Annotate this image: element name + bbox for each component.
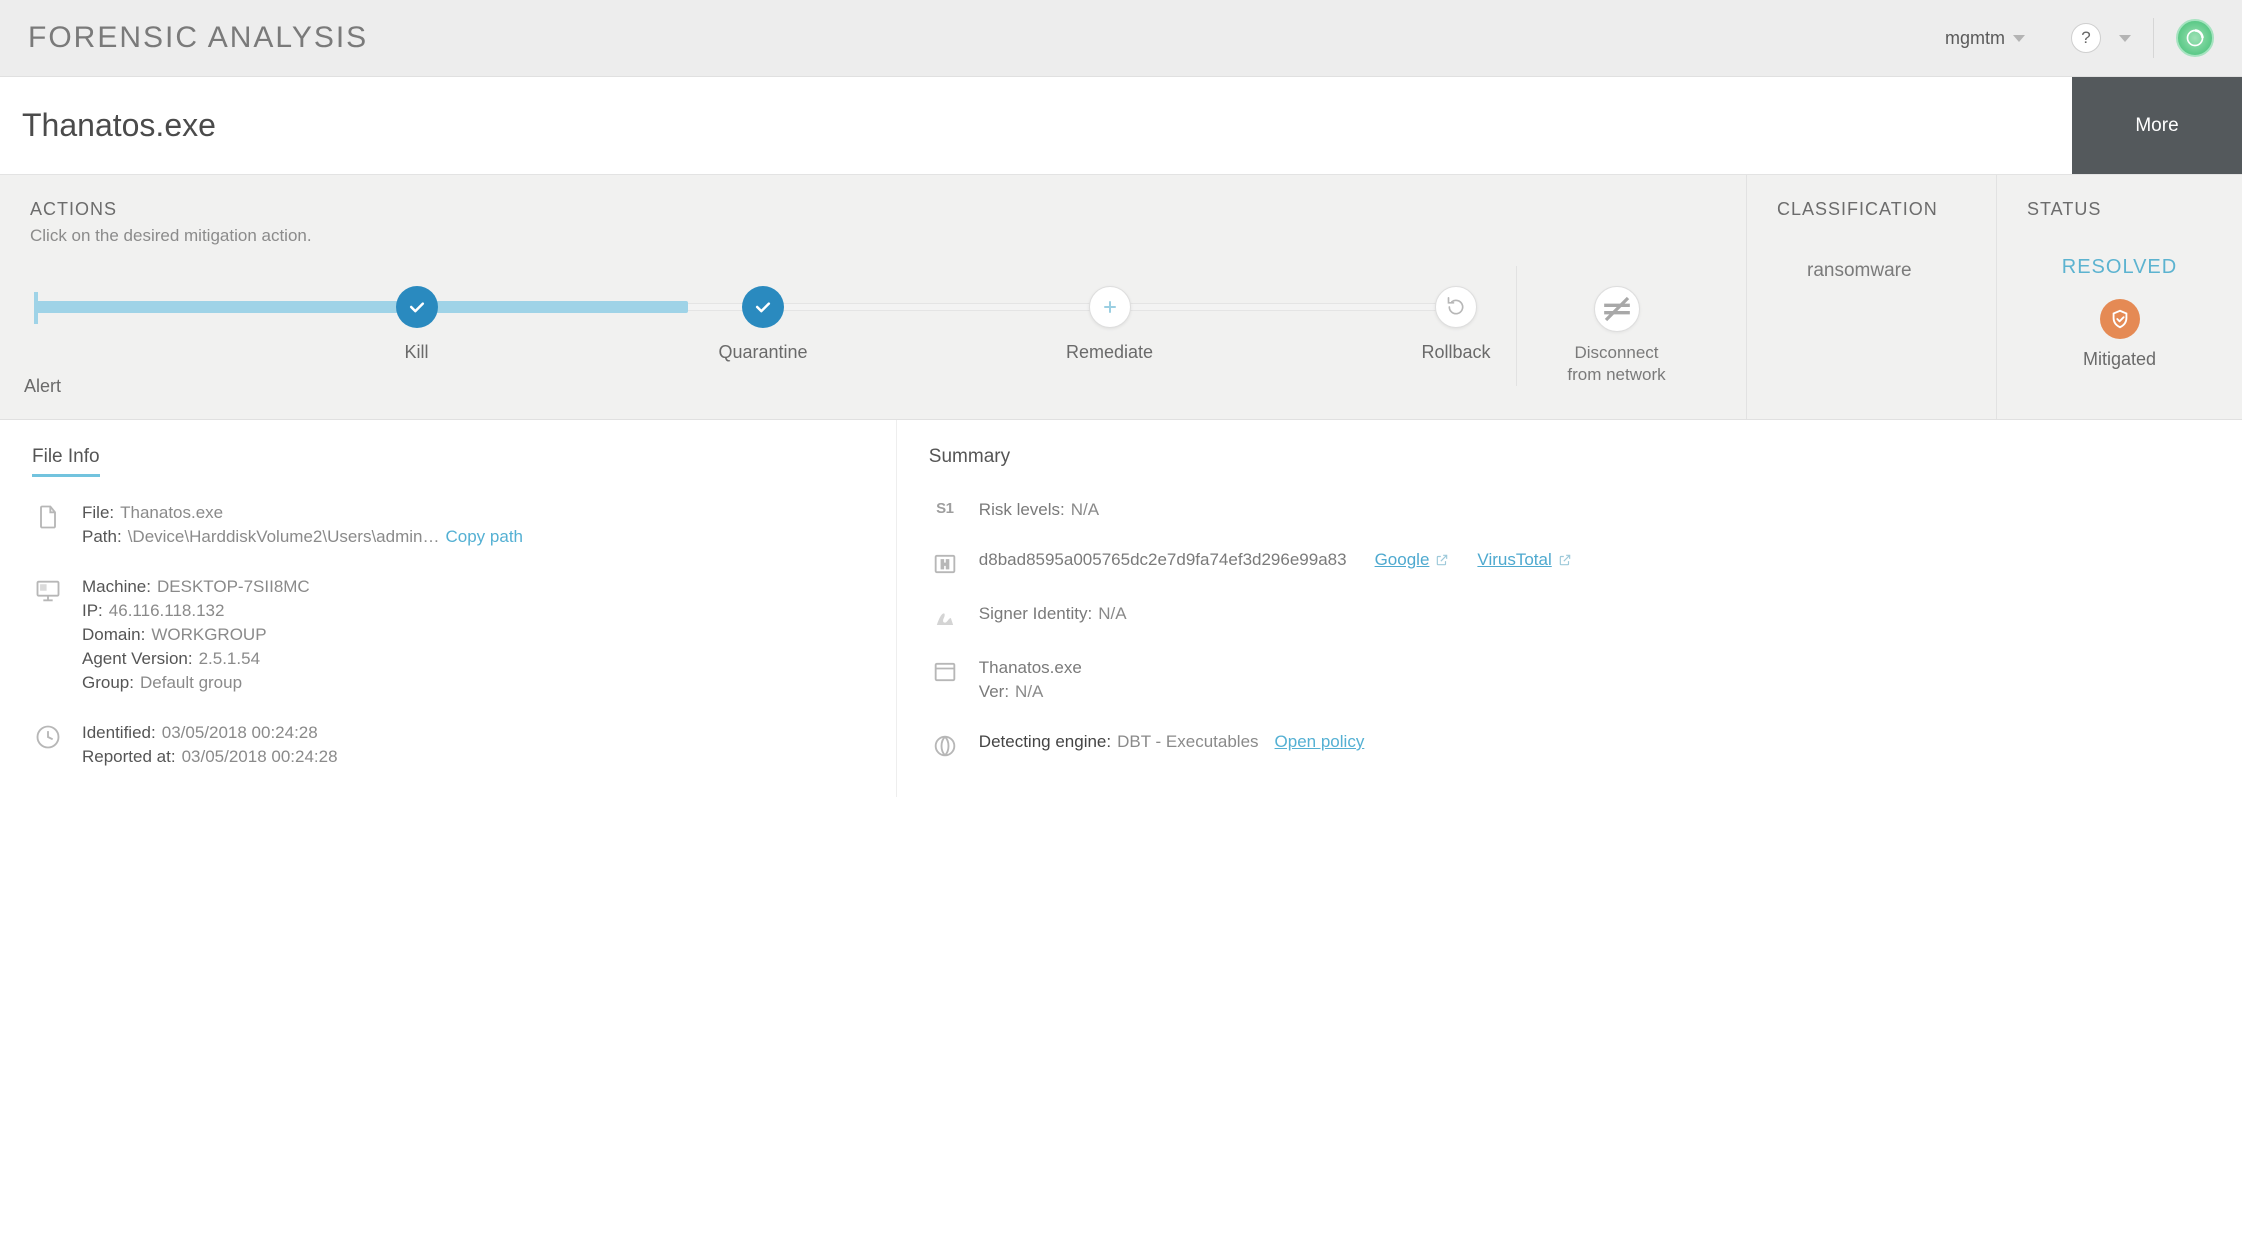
risk-levels-label: Risk levels:: [979, 500, 1065, 520]
step-kill[interactable]: Kill: [357, 286, 477, 397]
step-alert[interactable]: Alert: [30, 286, 130, 397]
ip-label: IP:: [82, 601, 103, 621]
copy-path-link[interactable]: Copy path: [446, 527, 524, 547]
monitor-icon: [32, 577, 64, 605]
file-value: Thanatos.exe: [120, 503, 223, 523]
ip-value: 46.116.118.132: [109, 601, 225, 621]
threat-name: Thanatos.exe: [0, 77, 2072, 174]
machine-value: DESKTOP-7SII8MC: [157, 577, 310, 597]
file-label: File:: [82, 503, 114, 523]
rollback-icon: [1435, 286, 1477, 328]
ver-value: N/A: [1015, 682, 1043, 702]
agent-version-value: 2.5.1.54: [199, 649, 260, 669]
more-button[interactable]: More: [2072, 77, 2242, 174]
step-remediate-label: Remediate: [1066, 342, 1153, 363]
disconnect-icon: [1594, 286, 1640, 332]
step-quarantine-label: Quarantine: [718, 342, 807, 363]
divider: [2153, 18, 2154, 58]
risk-levels-value: N/A: [1071, 500, 1099, 520]
file-icon: [32, 503, 64, 531]
actions-subtext: Click on the desired mitigation action.: [30, 226, 1716, 246]
step-rollback[interactable]: Rollback: [1396, 286, 1516, 397]
google-link[interactable]: Google: [1375, 550, 1450, 570]
page-title: FORENSIC ANALYSIS: [28, 21, 368, 55]
more-button-label: More: [2135, 115, 2178, 137]
check-icon: [742, 286, 784, 328]
path-label: Path:: [82, 527, 122, 547]
path-value: \Device\HarddiskVolume2\Users\admin…: [128, 527, 440, 547]
group-label: Group:: [82, 673, 134, 693]
signature-icon: [929, 604, 961, 632]
ver-label: Ver:: [979, 682, 1009, 702]
identified-label: Identified:: [82, 723, 156, 743]
clock-icon: [32, 723, 64, 751]
step-rollback-label: Rollback: [1421, 342, 1490, 363]
group-value: Default group: [140, 673, 242, 693]
app-name: Thanatos.exe: [979, 658, 1082, 678]
classification-heading: CLASSIFICATION: [1777, 199, 1966, 220]
brand-logo[interactable]: [2176, 19, 2214, 57]
engine-label: Detecting engine:: [979, 732, 1111, 752]
question-icon: ?: [2081, 28, 2090, 48]
reported-value: 03/05/2018 00:24:28: [182, 747, 338, 767]
s1-icon: S1: [929, 500, 961, 517]
status-heading: STATUS: [2027, 199, 2101, 220]
signer-value: N/A: [1098, 604, 1126, 624]
machine-label: Machine:: [82, 577, 151, 597]
status-label: Mitigated: [2083, 349, 2156, 370]
engine-value: DBT - Executables: [1117, 732, 1258, 752]
disconnect-label: Disconnect from network: [1567, 342, 1665, 386]
shield-icon: [2100, 299, 2140, 339]
identified-value: 03/05/2018 00:24:28: [162, 723, 318, 743]
open-policy-link[interactable]: Open policy: [1275, 732, 1365, 752]
signer-label: Signer Identity:: [979, 604, 1092, 624]
step-remediate[interactable]: Remediate: [1050, 286, 1170, 397]
step-quarantine[interactable]: Quarantine: [703, 286, 823, 397]
step-alert-label: Alert: [24, 376, 61, 397]
plus-icon: [1089, 286, 1131, 328]
external-link-icon: [1435, 553, 1449, 567]
tab-file-info[interactable]: File Info: [32, 446, 100, 477]
hash-icon: H: [929, 550, 961, 578]
help-chevron-down-icon[interactable]: [2119, 35, 2131, 42]
user-name: mgmtm: [1945, 28, 2005, 49]
check-icon: [396, 286, 438, 328]
summary-heading: Summary: [929, 446, 1010, 474]
svg-text:H: H: [941, 559, 949, 572]
disconnect-from-network[interactable]: Disconnect from network: [1516, 266, 1716, 386]
classification-value: ransomware: [1777, 260, 1966, 282]
domain-value: WORKGROUP: [151, 625, 266, 645]
application-icon: [929, 658, 961, 686]
external-link-icon: [1558, 553, 1572, 567]
chevron-down-icon: [2013, 35, 2025, 42]
virustotal-link[interactable]: VirusTotal: [1477, 550, 1571, 570]
domain-label: Domain:: [82, 625, 145, 645]
help-button[interactable]: ?: [2071, 23, 2101, 53]
step-kill-label: Kill: [404, 342, 428, 363]
user-menu[interactable]: mgmtm: [1945, 28, 2025, 49]
reported-label: Reported at:: [82, 747, 176, 767]
engine-icon: [929, 732, 961, 760]
hash-value: d8bad8595a005765dc2e7d9fa74ef3d296e99a83: [979, 550, 1347, 570]
actions-heading: ACTIONS: [30, 199, 1716, 220]
status-resolved: RESOLVED: [2062, 256, 2177, 279]
agent-version-label: Agent Version:: [82, 649, 193, 669]
